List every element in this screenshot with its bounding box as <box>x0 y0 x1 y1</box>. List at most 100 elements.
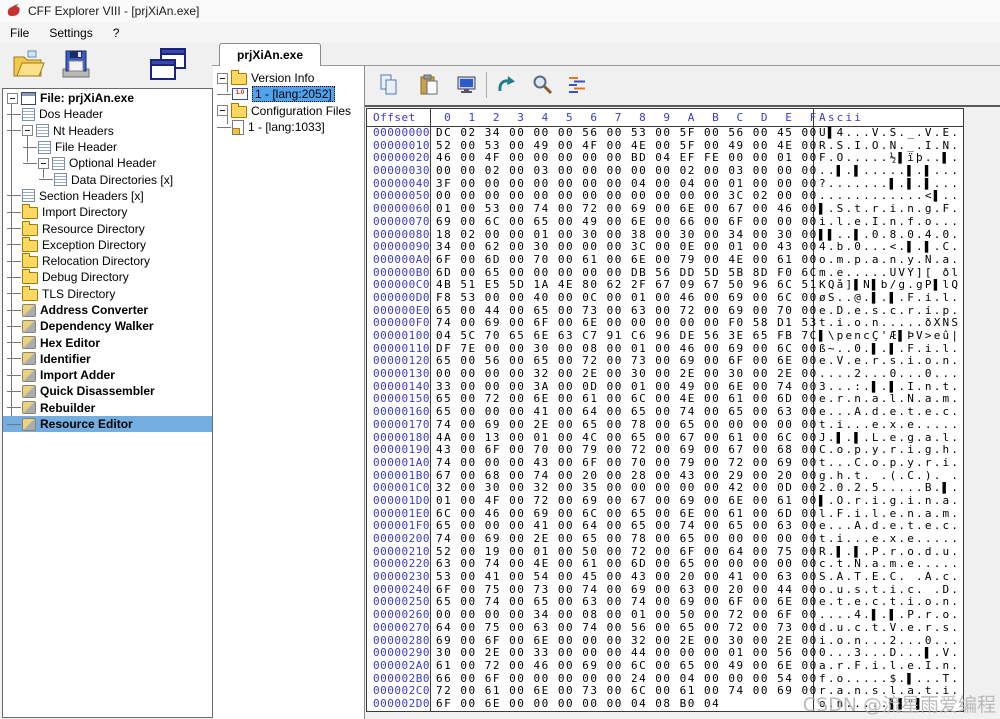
hex-bytes-cell[interactable]: 69 00 6C 00 65 00 49 00 6E 00 66 00 6F 0… <box>431 216 814 229</box>
hex-row[interactable]: 000001D001 00 4F 00 72 00 69 00 67 00 69… <box>367 495 963 508</box>
hex-ascii-cell[interactable]: ....4.▌.▌.P.r.o. <box>814 609 963 622</box>
offset-list-icon[interactable] <box>566 74 588 96</box>
panel-separator[interactable] <box>364 66 365 719</box>
hex-bytes-cell[interactable]: 61 00 72 00 46 00 69 00 6C 00 65 00 49 0… <box>431 660 814 673</box>
hex-bytes-cell[interactable]: 64 00 75 00 63 00 74 00 56 00 65 00 72 0… <box>431 622 814 635</box>
hex-ascii-cell[interactable]: e.t.e.c.t.i.o.n. <box>814 596 963 609</box>
hex-ascii-cell[interactable]: F.O.....½▌ïþ..▌. <box>814 152 963 165</box>
menu-help[interactable]: ? <box>103 24 130 42</box>
hex-ascii-cell[interactable]: t.i...e.x.e..... <box>814 533 963 546</box>
hex-ascii-cell[interactable]: i.o.n...2...0... <box>814 635 963 648</box>
menu-file[interactable]: File <box>0 24 39 42</box>
file-tree-item[interactable]: Rebuilder <box>3 400 212 416</box>
menu-settings[interactable]: Settings <box>39 24 102 42</box>
hex-bytes-cell[interactable]: 00 00 02 00 03 00 00 00 00 00 02 00 03 0… <box>431 165 814 178</box>
collapse-toggle-icon[interactable] <box>22 125 33 136</box>
hex-ascii-cell[interactable]: e.V.e.r.s.i.o.n. <box>814 355 963 368</box>
file-tree-item[interactable]: Hex Editor <box>3 334 212 350</box>
hex-ascii-cell[interactable]: J.▌.▌.L.e.g.a.l. <box>814 432 963 445</box>
hex-ascii-cell[interactable]: e.r.n.a.l.N.a.m. <box>814 393 963 406</box>
collapse-toggle-icon[interactable] <box>7 93 18 104</box>
hex-ascii-cell[interactable]: ▌.O.r.i.g.i.n.a. <box>814 495 963 508</box>
cascade-windows-icon[interactable] <box>148 47 188 85</box>
file-tree-item[interactable]: Import Directory <box>3 204 212 220</box>
hex-ascii-cell[interactable]: ▌▌..▌.0.8.0.4.0. <box>814 229 963 242</box>
file-tree-item[interactable]: Address Converter <box>3 302 212 318</box>
resource-tree-item[interactable]: 1.01 - [lang:2052] <box>213 86 364 102</box>
hex-row[interactable]: 0000013000 00 00 00 32 00 2E 00 30 00 2E… <box>367 368 963 381</box>
hex-row[interactable]: 0000019043 00 6F 00 70 00 79 00 72 00 69… <box>367 444 963 457</box>
paste-view-icon[interactable] <box>456 74 478 96</box>
hex-ascii-cell[interactable]: S.A.T.E.C. .A.c. <box>814 571 963 584</box>
hex-row[interactable]: 000000D0F8 53 00 00 40 00 0C 00 01 00 46… <box>367 292 963 305</box>
hex-row[interactable]: 0000026000 00 00 00 34 00 08 00 01 00 50… <box>367 609 963 622</box>
hex-bytes-cell[interactable]: 6F 00 6D 00 70 00 61 00 6E 00 79 00 4E 0… <box>431 254 814 267</box>
hex-row[interactable]: 0000016065 00 00 00 41 00 64 00 65 00 74… <box>367 406 963 419</box>
hex-ascii-cell[interactable]: i.l.e.I.n.f.o... <box>814 216 963 229</box>
hex-ascii-cell[interactable]: d.u.c.t.V.e.r.s. <box>814 622 963 635</box>
file-tree-item[interactable]: Resource Editor <box>3 416 212 432</box>
hex-bytes-cell[interactable]: 34 00 62 00 30 00 00 00 3C 00 0E 00 01 0… <box>431 241 814 254</box>
hex-row[interactable]: 0000027064 00 75 00 63 00 74 00 56 00 65… <box>367 622 963 635</box>
copy-icon[interactable] <box>378 74 400 96</box>
hex-ascii-cell[interactable]: ▌\pencÇ'Æ▌ÞV>eû| <box>814 330 963 343</box>
hex-ascii-cell[interactable]: 3...:.▌.▌.I.n.t. <box>814 381 963 394</box>
file-tree-item[interactable]: File: prjXiAn.exe <box>3 90 212 106</box>
hex-row[interactable]: 0000010004 5C 70 65 6E 63 C7 91 C6 96 DE… <box>367 330 963 343</box>
search-icon[interactable] <box>532 74 554 96</box>
hex-bytes-cell[interactable]: 01 00 53 00 74 00 72 00 69 00 6E 00 67 0… <box>431 203 814 216</box>
hex-ascii-cell[interactable]: t.i.o.n.....ðXÑS <box>814 317 963 330</box>
hex-bytes-cell[interactable]: DC 02 34 00 00 00 56 00 53 00 5F 00 56 0… <box>431 127 814 140</box>
hex-bytes-cell[interactable]: F8 53 00 00 40 00 0C 00 01 00 46 00 69 0… <box>431 292 814 305</box>
hex-ascii-cell[interactable]: ?.......▌.▌.▌... <box>814 178 963 191</box>
collapse-toggle-icon[interactable] <box>38 158 49 169</box>
hex-ascii-cell[interactable]: ▌.S.t.r.i.n.g.F. <box>814 203 963 216</box>
hex-row[interactable]: 000002A061 00 72 00 46 00 69 00 6C 00 65… <box>367 660 963 673</box>
save-file-icon[interactable] <box>58 47 94 83</box>
hex-ascii-cell[interactable]: C.o.p.y.r.i.g.h. <box>814 444 963 457</box>
hex-bytes-cell[interactable]: 30 00 2E 00 33 00 00 00 44 00 00 00 01 0… <box>431 647 814 660</box>
hex-row[interactable]: 0000017074 00 69 00 2E 00 65 00 78 00 65… <box>367 419 963 432</box>
hex-ascii-cell[interactable]: l.F.i.l.e.n.a.m. <box>814 508 963 521</box>
hex-row[interactable]: 0000023053 00 41 00 54 00 45 00 43 00 20… <box>367 571 963 584</box>
hex-row[interactable]: 0000020074 00 69 00 2E 00 65 00 78 00 65… <box>367 533 963 546</box>
hex-ascii-cell[interactable]: o.m.p.a.n.y.N.a. <box>814 254 963 267</box>
hex-ascii-cell[interactable]: øS..@.▌.▌.F.i.l. <box>814 292 963 305</box>
hex-ascii-cell[interactable]: 0...3...D...▌.V. <box>814 647 963 660</box>
hex-ascii-cell[interactable]: e.D.e.s.c.r.i.p. <box>814 305 963 318</box>
jump-icon[interactable] <box>496 74 518 96</box>
hex-bytes-cell[interactable]: 01 00 4F 00 72 00 69 00 67 00 69 00 6E 0… <box>431 495 814 508</box>
hex-ascii-cell[interactable]: t...C.o.p.y.r.i. <box>814 457 963 470</box>
hex-ascii-cell[interactable]: g.h.t. .(.C.). . <box>814 470 963 483</box>
hex-ascii-cell[interactable]: o.u.s.t.i.c. .D. <box>814 584 963 597</box>
file-tree-item[interactable]: TLS Directory <box>3 286 212 302</box>
hex-bytes-cell[interactable]: 53 00 41 00 54 00 45 00 43 00 20 00 41 0… <box>431 571 814 584</box>
hex-ascii-cell[interactable]: m.e.....ÛVÝ][ ðl <box>814 267 963 280</box>
file-tree-item[interactable]: Identifier <box>3 351 212 367</box>
hex-row[interactable]: 00000000DC 02 34 00 00 00 56 00 53 00 5F… <box>367 127 963 140</box>
file-tree-item[interactable]: Dos Header <box>3 106 212 122</box>
file-tree-item[interactable]: Optional Header <box>3 155 212 171</box>
hex-bytes-cell[interactable]: 74 00 00 00 43 00 6F 00 70 00 79 00 72 0… <box>431 457 814 470</box>
file-tree-item[interactable]: Relocation Directory <box>3 253 212 269</box>
open-file-icon[interactable] <box>10 47 46 83</box>
hex-bytes-cell[interactable]: 00 00 00 00 34 00 08 00 01 00 50 00 72 0… <box>431 609 814 622</box>
hex-ascii-cell[interactable]: ............<▌.. <box>814 190 963 203</box>
file-tree-item[interactable]: Import Adder <box>3 367 212 383</box>
hex-row[interactable]: 0000003000 00 02 00 03 00 00 00 00 00 02… <box>367 165 963 178</box>
document-tab[interactable]: prjXiAn.exe <box>219 43 321 66</box>
hex-ascii-cell[interactable]: R.S.I.O.N._.I.N. <box>814 140 963 153</box>
hex-bytes-cell[interactable]: 00 00 00 00 32 00 2E 00 30 00 2E 00 30 0… <box>431 368 814 381</box>
hex-ascii-cell[interactable]: 4.b.0...<.▌.▌.C. <box>814 241 963 254</box>
hex-ascii-cell[interactable]: e...A.d.e.t.e.c. <box>814 520 963 533</box>
file-tree-item[interactable]: Debug Directory <box>3 269 212 285</box>
file-tree-item[interactable]: Quick Disassembler <box>3 383 212 399</box>
collapse-toggle-icon[interactable] <box>217 73 228 84</box>
file-tree-item[interactable]: Exception Directory <box>3 237 212 253</box>
file-tree-item[interactable]: Data Directories [x] <box>3 171 212 187</box>
file-tree-item[interactable]: File Header <box>3 139 212 155</box>
hex-ascii-cell[interactable]: R.▌.▌.P.r.o.d.u. <box>814 546 963 559</box>
hex-ascii-cell[interactable]: ..▌.▌.....▌.▌... <box>814 165 963 178</box>
hex-bytes-cell[interactable]: 65 00 00 00 41 00 64 00 65 00 74 00 65 0… <box>431 406 814 419</box>
hex-row[interactable]: 000001A074 00 00 00 43 00 6F 00 70 00 79… <box>367 457 963 470</box>
